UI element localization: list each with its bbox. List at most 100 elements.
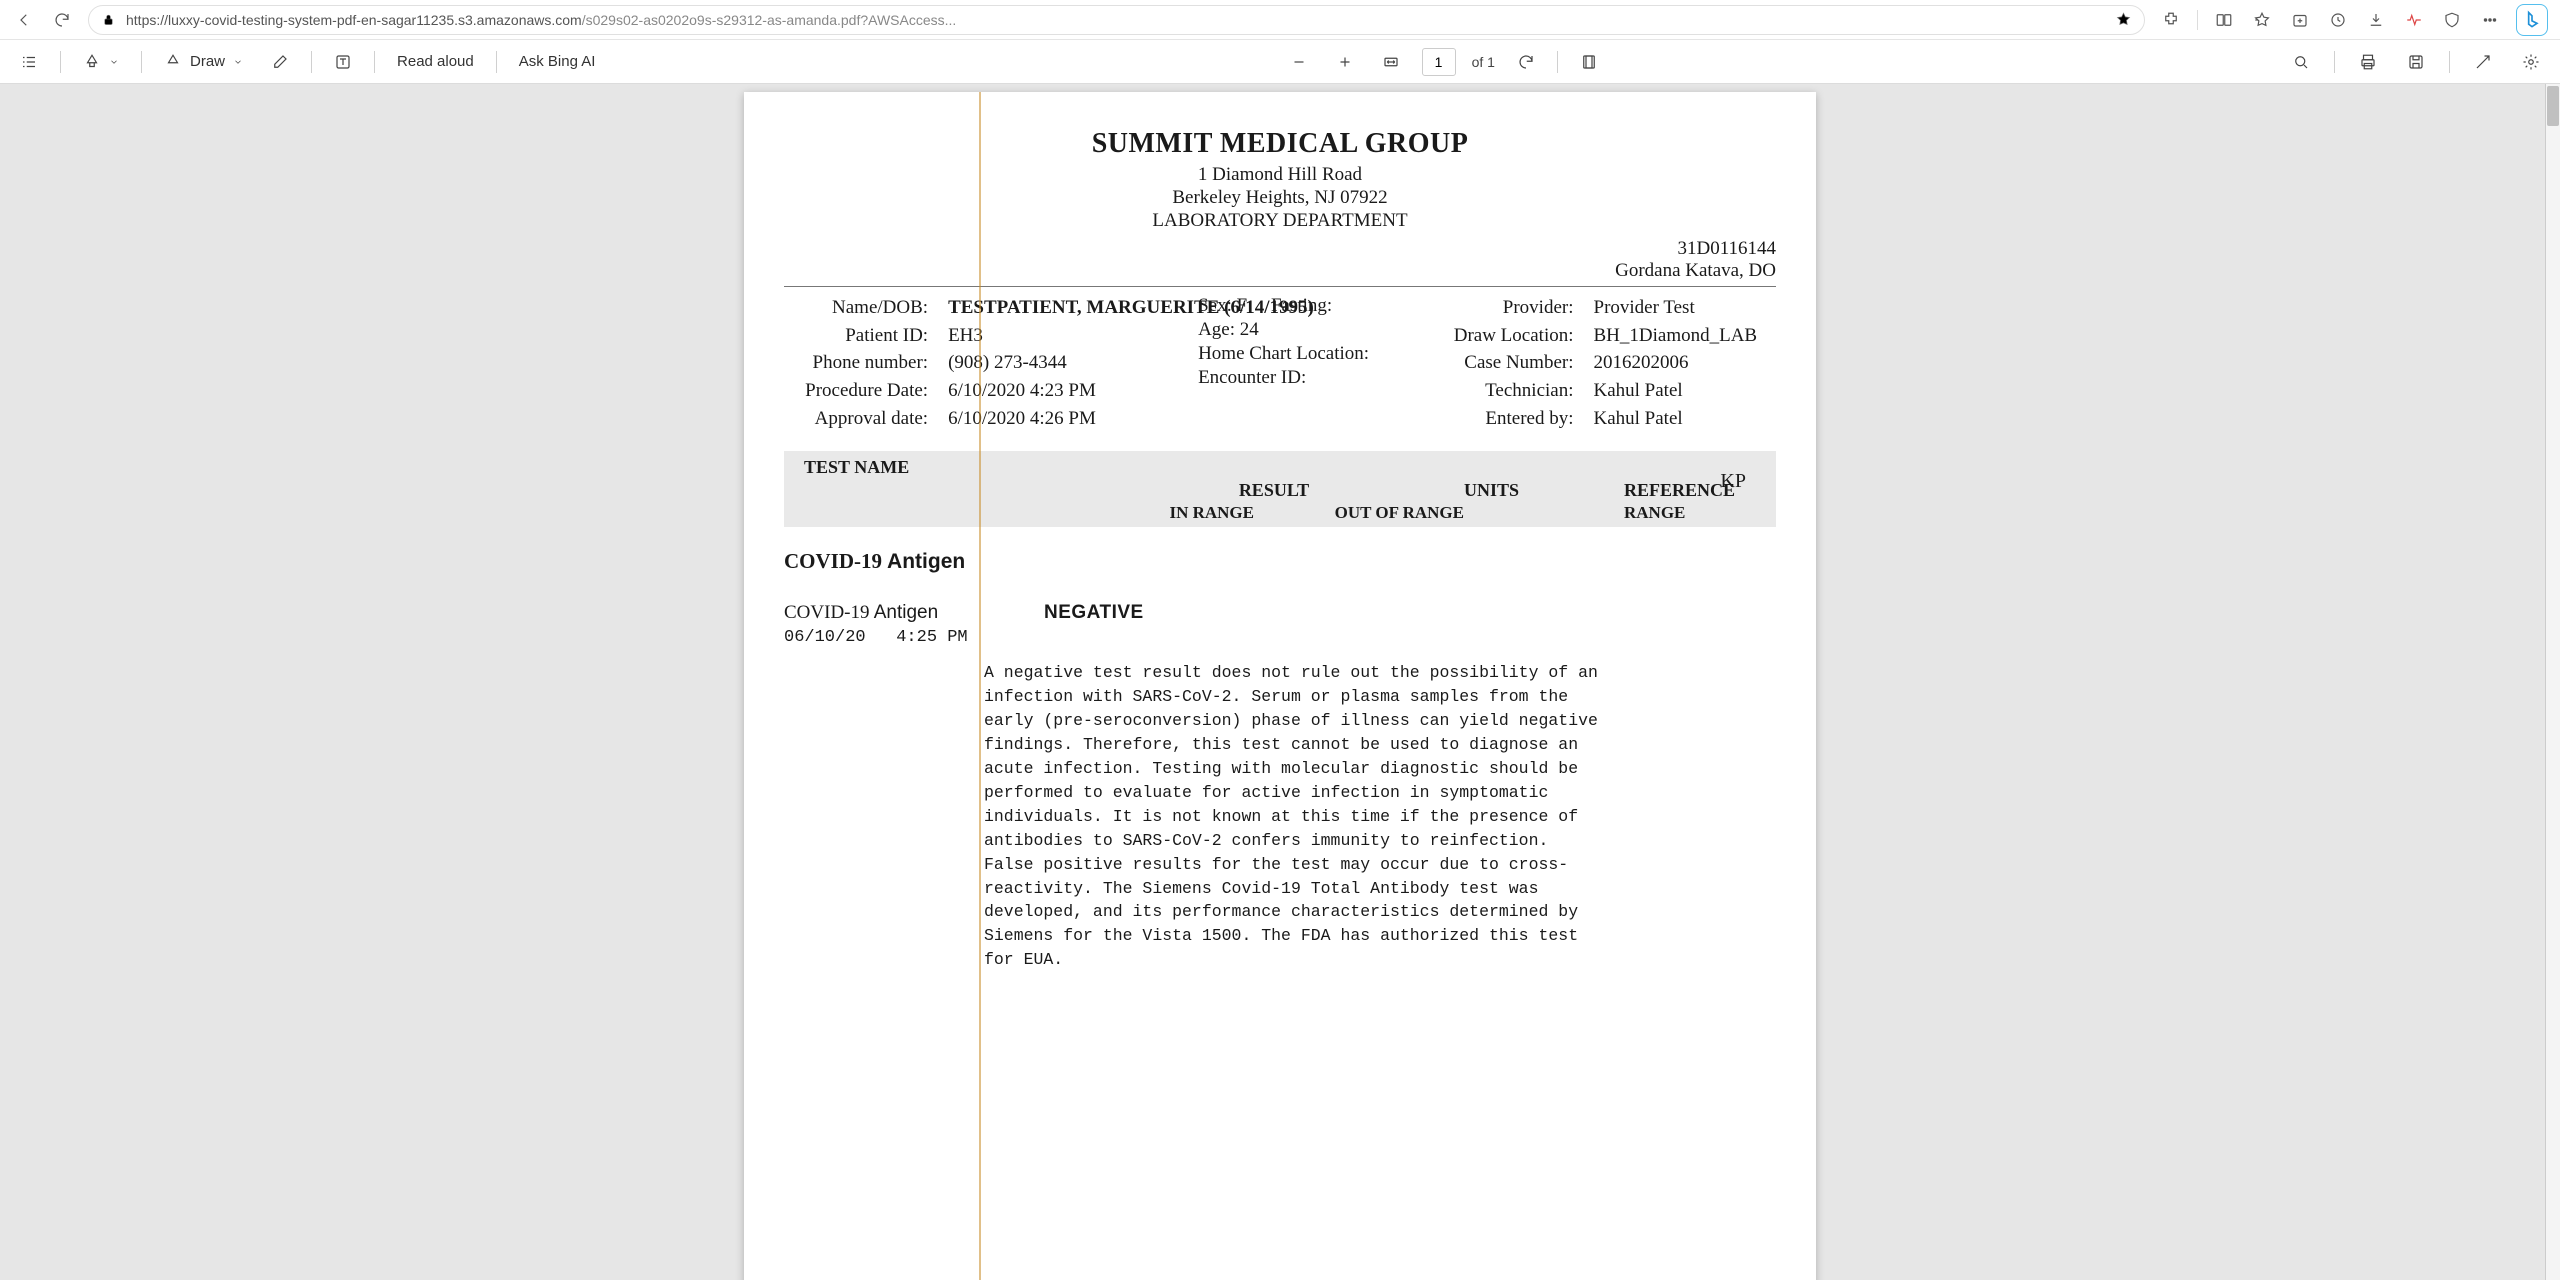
lab-director: Gordana Katava, DO [784,260,1776,282]
more-icon[interactable] [2478,8,2502,32]
label-name: Name/DOB: [784,295,928,321]
find-button[interactable] [2286,49,2316,75]
val-draw: BH_1Diamond_LAB [1594,323,1777,349]
save-button[interactable] [2401,49,2431,75]
col-test-name: TEST NAME [804,457,1084,478]
separator [311,51,312,73]
lock-icon [101,12,116,27]
favorites-icon[interactable] [2250,8,2274,32]
highlight-button[interactable] [77,49,125,75]
val-pid: EH3 [948,323,1178,349]
addr-line-1: 1 Diamond Hill Road [784,164,1776,186]
row-age: Age: 24 [1198,319,1409,341]
val-case: 2016202006 [1594,350,1777,376]
chevron-down-icon [109,57,119,67]
url-text: https://luxxy-covid-testing-system-pdf-e… [126,12,2105,28]
bing-button[interactable] [2516,4,2548,36]
collections-icon[interactable] [2288,8,2312,32]
val-tech: Kahul Patel [1594,378,1777,404]
read-aloud-label: Read aloud [397,53,474,70]
browser-right-icons [2159,4,2548,36]
label-case: Case Number: [1429,350,1573,376]
downloads-icon[interactable] [2364,8,2388,32]
settings-button[interactable] [2516,49,2546,75]
label-tech: Technician: [1429,378,1573,404]
col-range: RANGE [1624,503,1756,523]
ask-bing-button[interactable]: Ask Bing AI [513,49,602,74]
refresh-button[interactable] [50,8,74,32]
chevron-down-icon [233,57,243,67]
contents-button[interactable] [14,49,44,75]
split-screen-icon[interactable] [2212,8,2236,32]
zoom-in-button[interactable] [1330,49,1360,75]
pdf-page: SUMMIT MEDICAL GROUP 1 Diamond Hill Road… [744,92,1816,1280]
pdf-viewer[interactable]: SUMMIT MEDICAL GROUP 1 Diamond Hill Road… [0,84,2560,1280]
test-datetime: 06/10/20 4:25 PM [784,628,984,647]
val-name: TESTPATIENT, MARGUERITE (6/14/1995) [948,295,1178,321]
separator [60,51,61,73]
page-of-label: of 1 [1472,54,1495,70]
result-value: NEGATIVE [1044,602,1144,624]
row-home: Home Chart Location: [1198,343,1409,365]
val-entered: Kahul Patel [1594,406,1777,432]
label-pid: Patient ID: [784,323,928,349]
fold-line [979,92,981,1280]
text-button[interactable] [328,49,358,75]
dept-name: LABORATORY DEPARTMENT [784,210,1776,232]
separator [2334,51,2335,73]
zoom-out-button[interactable] [1284,49,1314,75]
section-title: COVID-19 Antigen [784,549,1776,574]
val-phone: (908) 273-4344 [948,350,1178,376]
patient-info: Name/DOB: Patient ID: Phone number: Proc… [784,295,1776,431]
col-in-range: IN RANGE [1084,503,1254,523]
page-view-button[interactable] [1574,49,1604,75]
star-icon[interactable] [2115,11,2132,28]
separator [374,51,375,73]
health-icon[interactable] [2402,8,2426,32]
fullscreen-button[interactable] [2468,49,2498,75]
initials: KP [1720,470,1746,493]
row-sex: Sex: F Fasting: [1198,295,1409,317]
val-appr: 6/10/2020 4:26 PM [948,406,1178,432]
separator [2197,10,2198,30]
org-name: SUMMIT MEDICAL GROUP [784,128,1776,160]
separator [2449,51,2450,73]
browser-nav-bar: https://luxxy-covid-testing-system-pdf-e… [0,0,2560,40]
rule [784,286,1776,287]
print-button[interactable] [2353,49,2383,75]
rotate-button[interactable] [1511,49,1541,75]
separator [141,51,142,73]
label-draw: Draw Location: [1429,323,1573,349]
address-bar[interactable]: https://luxxy-covid-testing-system-pdf-e… [88,5,2145,35]
row-enc: Encounter ID: [1198,367,1409,389]
read-aloud-button[interactable]: Read aloud [391,49,480,74]
pdf-toolbar: Draw Read aloud Ask Bing AI of 1 [0,40,2560,84]
separator [1557,51,1558,73]
result-row: COVID-19 Antigen 06/10/20 4:25 PM NEGATI… [784,602,1776,647]
history-icon[interactable] [2326,8,2350,32]
col-out-range: OUT OF RANGE [1254,503,1464,523]
erase-button[interactable] [265,49,295,75]
label-entered: Entered by: [1429,406,1573,432]
shield-icon[interactable] [2440,8,2464,32]
label-phone: Phone number: [784,350,928,376]
val-proc: 6/10/2020 4:23 PM [948,378,1178,404]
addr-line-2: Berkeley Heights, NJ 07922 [784,187,1776,209]
draw-label: Draw [190,53,225,70]
fit-width-button[interactable] [1376,49,1406,75]
label-provider: Provider: [1429,295,1573,321]
doc-header: SUMMIT MEDICAL GROUP 1 Diamond Hill Road… [784,128,1776,232]
page-number-input[interactable] [1422,48,1456,76]
lab-id: 31D0116144 [784,238,1776,260]
disclaimer-text: A negative test result does not rule out… [984,661,1604,972]
draw-button[interactable]: Draw [158,49,249,75]
extensions-icon[interactable] [2159,8,2183,32]
test-line: COVID-19 Antigen [784,602,984,624]
separator [496,51,497,73]
col-result: RESULT [1084,480,1464,501]
ask-bing-label: Ask Bing AI [519,53,596,70]
val-provider: Provider Test [1594,295,1777,321]
label-appr: Approval date: [784,406,928,432]
results-header-band: TEST NAME RESULT UNITS REFERENCE IN RANG… [784,451,1776,527]
back-button[interactable] [12,8,36,32]
